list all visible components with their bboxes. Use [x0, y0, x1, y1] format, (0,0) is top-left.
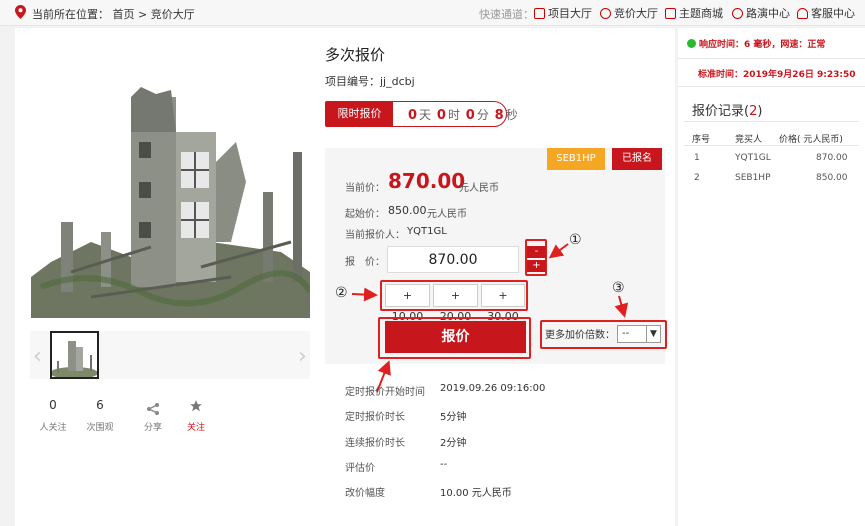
side-divider: [678, 58, 865, 59]
records-header-divider: [684, 145, 859, 146]
detail-label-continuous: 连续报价时长: [345, 438, 405, 449]
status-ok-icon: [687, 39, 696, 48]
records-divider: [684, 121, 859, 122]
record-1-index: 1: [694, 153, 700, 163]
records-title: 报价记录(2): [692, 100, 762, 119]
records-header-index: 序号: [692, 135, 711, 145]
records-title-close: ): [757, 104, 763, 119]
records-title-text: 报价记录(: [692, 104, 750, 119]
record-1-price: 870.00: [816, 153, 848, 163]
record-2-bidder: SEB1HP: [735, 173, 771, 183]
records-header-price: 价格( 元人民币): [779, 135, 843, 145]
detail-label-duration: 定时报价时长: [345, 412, 405, 423]
record-2-price: 850.00: [816, 173, 848, 183]
detail-value-continuous: 2分钟: [440, 438, 467, 449]
records-header-bidder: 竞买人: [735, 135, 763, 145]
standard-time: 标准时间：2019年9月26日 9:23:50: [698, 70, 856, 80]
record-2-index: 2: [694, 173, 700, 183]
detail-value-duration: 5分钟: [440, 412, 467, 423]
detail-value-adjustment: 10.00 元人民币: [440, 488, 512, 499]
detail-label-adjustment: 改价幅度: [345, 488, 385, 499]
detail-label-start-time: 定时报价开始时间: [345, 387, 425, 398]
detail-value-appraisal: --: [440, 459, 448, 470]
record-1-bidder: YQT1GL: [735, 153, 771, 163]
side-divider-2: [678, 86, 865, 87]
response-text: 响应时间：6 毫秒，网速：正常: [699, 40, 826, 50]
response-status: 响应时间：6 毫秒，网速：正常: [687, 37, 825, 50]
detail-value-start-time: 2019.09.26 09:16:00: [440, 383, 546, 394]
detail-label-appraisal: 评估价: [345, 463, 375, 474]
